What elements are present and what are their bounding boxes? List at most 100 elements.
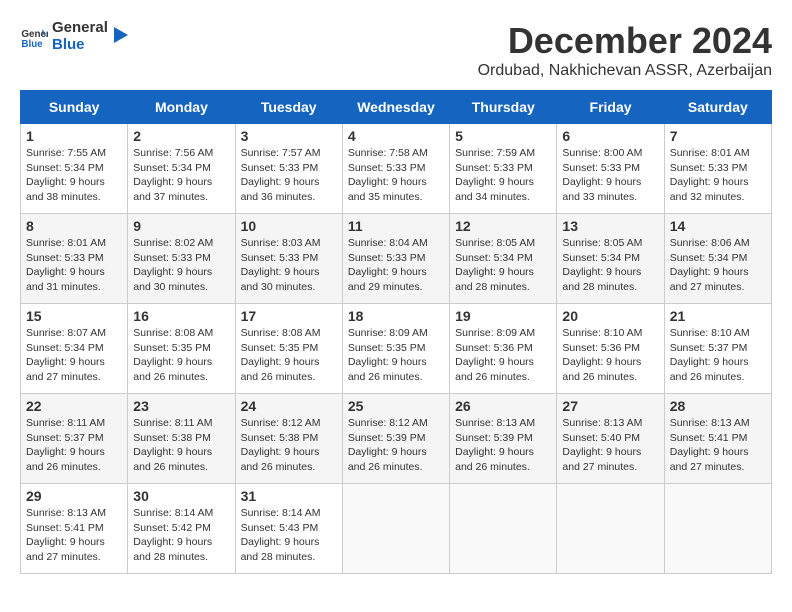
calendar-cell (450, 484, 557, 574)
day-number: 1 (26, 128, 122, 144)
day-number: 23 (133, 398, 229, 414)
calendar-cell: 26 Sunrise: 8:13 AMSunset: 5:39 PMDaylig… (450, 394, 557, 484)
cell-content: Sunrise: 8:05 AMSunset: 5:34 PMDaylight:… (562, 237, 642, 293)
week-row-5: 29 Sunrise: 8:13 AMSunset: 5:41 PMDaylig… (21, 484, 772, 574)
calendar-cell: 28 Sunrise: 8:13 AMSunset: 5:41 PMDaylig… (664, 394, 771, 484)
weekday-header-monday: Monday (128, 91, 235, 124)
cell-content: Sunrise: 8:05 AMSunset: 5:34 PMDaylight:… (455, 237, 535, 293)
day-number: 14 (670, 218, 766, 234)
title-section: December 2024 Ordubad, Nakhichevan ASSR,… (478, 20, 772, 80)
cell-content: Sunrise: 7:58 AMSunset: 5:33 PMDaylight:… (348, 147, 428, 203)
calendar-cell: 29 Sunrise: 8:13 AMSunset: 5:41 PMDaylig… (21, 484, 128, 574)
day-number: 26 (455, 398, 551, 414)
calendar-cell: 30 Sunrise: 8:14 AMSunset: 5:42 PMDaylig… (128, 484, 235, 574)
calendar-cell: 17 Sunrise: 8:08 AMSunset: 5:35 PMDaylig… (235, 304, 342, 394)
day-number: 3 (241, 128, 337, 144)
day-number: 25 (348, 398, 444, 414)
cell-content: Sunrise: 7:55 AMSunset: 5:34 PMDaylight:… (26, 147, 106, 203)
day-number: 5 (455, 128, 551, 144)
weekday-header-thursday: Thursday (450, 91, 557, 124)
day-number: 17 (241, 308, 337, 324)
calendar-cell: 25 Sunrise: 8:12 AMSunset: 5:39 PMDaylig… (342, 394, 449, 484)
day-number: 7 (670, 128, 766, 144)
cell-content: Sunrise: 8:12 AMSunset: 5:38 PMDaylight:… (241, 417, 321, 473)
location-title: Ordubad, Nakhichevan ASSR, Azerbaijan (478, 62, 772, 80)
cell-content: Sunrise: 8:06 AMSunset: 5:34 PMDaylight:… (670, 237, 750, 293)
calendar-cell: 1 Sunrise: 7:55 AMSunset: 5:34 PMDayligh… (21, 124, 128, 214)
calendar-cell (342, 484, 449, 574)
day-number: 8 (26, 218, 122, 234)
day-number: 31 (241, 488, 337, 504)
cell-content: Sunrise: 8:13 AMSunset: 5:41 PMDaylight:… (26, 507, 106, 563)
day-number: 24 (241, 398, 337, 414)
cell-content: Sunrise: 8:02 AMSunset: 5:33 PMDaylight:… (133, 237, 213, 293)
cell-content: Sunrise: 8:00 AMSunset: 5:33 PMDaylight:… (562, 147, 642, 203)
calendar-cell: 10 Sunrise: 8:03 AMSunset: 5:33 PMDaylig… (235, 214, 342, 304)
day-number: 18 (348, 308, 444, 324)
day-number: 21 (670, 308, 766, 324)
calendar-cell: 9 Sunrise: 8:02 AMSunset: 5:33 PMDayligh… (128, 214, 235, 304)
cell-content: Sunrise: 8:13 AMSunset: 5:40 PMDaylight:… (562, 417, 642, 473)
cell-content: Sunrise: 8:13 AMSunset: 5:41 PMDaylight:… (670, 417, 750, 473)
cell-content: Sunrise: 8:01 AMSunset: 5:33 PMDaylight:… (670, 147, 750, 203)
cell-content: Sunrise: 7:57 AMSunset: 5:33 PMDaylight:… (241, 147, 321, 203)
logo-icon: General Blue (20, 23, 48, 51)
calendar-cell: 12 Sunrise: 8:05 AMSunset: 5:34 PMDaylig… (450, 214, 557, 304)
logo: General Blue General Blue (20, 20, 134, 53)
cell-content: Sunrise: 7:56 AMSunset: 5:34 PMDaylight:… (133, 147, 213, 203)
day-number: 19 (455, 308, 551, 324)
day-number: 6 (562, 128, 658, 144)
calendar-cell: 31 Sunrise: 8:14 AMSunset: 5:43 PMDaylig… (235, 484, 342, 574)
day-number: 13 (562, 218, 658, 234)
logo-arrow-icon (114, 23, 134, 47)
cell-content: Sunrise: 8:14 AMSunset: 5:42 PMDaylight:… (133, 507, 213, 563)
logo-blue-text: Blue (52, 37, 108, 54)
cell-content: Sunrise: 8:10 AMSunset: 5:37 PMDaylight:… (670, 327, 750, 383)
cell-content: Sunrise: 7:59 AMSunset: 5:33 PMDaylight:… (455, 147, 535, 203)
month-title: December 2024 (478, 20, 772, 62)
calendar-cell: 3 Sunrise: 7:57 AMSunset: 5:33 PMDayligh… (235, 124, 342, 214)
day-number: 20 (562, 308, 658, 324)
calendar-cell: 21 Sunrise: 8:10 AMSunset: 5:37 PMDaylig… (664, 304, 771, 394)
calendar-cell: 8 Sunrise: 8:01 AMSunset: 5:33 PMDayligh… (21, 214, 128, 304)
calendar-table: SundayMondayTuesdayWednesdayThursdayFrid… (20, 90, 772, 574)
weekday-header-friday: Friday (557, 91, 664, 124)
calendar-cell: 22 Sunrise: 8:11 AMSunset: 5:37 PMDaylig… (21, 394, 128, 484)
cell-content: Sunrise: 8:10 AMSunset: 5:36 PMDaylight:… (562, 327, 642, 383)
cell-content: Sunrise: 8:09 AMSunset: 5:36 PMDaylight:… (455, 327, 535, 383)
calendar-cell: 2 Sunrise: 7:56 AMSunset: 5:34 PMDayligh… (128, 124, 235, 214)
calendar-cell: 27 Sunrise: 8:13 AMSunset: 5:40 PMDaylig… (557, 394, 664, 484)
day-number: 9 (133, 218, 229, 234)
cell-content: Sunrise: 8:08 AMSunset: 5:35 PMDaylight:… (133, 327, 213, 383)
calendar-cell: 16 Sunrise: 8:08 AMSunset: 5:35 PMDaylig… (128, 304, 235, 394)
calendar-cell: 23 Sunrise: 8:11 AMSunset: 5:38 PMDaylig… (128, 394, 235, 484)
weekday-header-saturday: Saturday (664, 91, 771, 124)
calendar-cell: 5 Sunrise: 7:59 AMSunset: 5:33 PMDayligh… (450, 124, 557, 214)
day-number: 28 (670, 398, 766, 414)
day-number: 11 (348, 218, 444, 234)
calendar-cell: 19 Sunrise: 8:09 AMSunset: 5:36 PMDaylig… (450, 304, 557, 394)
weekday-header-row: SundayMondayTuesdayWednesdayThursdayFrid… (21, 91, 772, 124)
calendar-cell: 11 Sunrise: 8:04 AMSunset: 5:33 PMDaylig… (342, 214, 449, 304)
weekday-header-sunday: Sunday (21, 91, 128, 124)
logo-general-text: General (52, 20, 108, 37)
calendar-cell: 4 Sunrise: 7:58 AMSunset: 5:33 PMDayligh… (342, 124, 449, 214)
weekday-header-tuesday: Tuesday (235, 91, 342, 124)
week-row-2: 8 Sunrise: 8:01 AMSunset: 5:33 PMDayligh… (21, 214, 772, 304)
svg-text:Blue: Blue (21, 38, 43, 49)
day-number: 16 (133, 308, 229, 324)
day-number: 29 (26, 488, 122, 504)
calendar-cell: 14 Sunrise: 8:06 AMSunset: 5:34 PMDaylig… (664, 214, 771, 304)
cell-content: Sunrise: 8:09 AMSunset: 5:35 PMDaylight:… (348, 327, 428, 383)
cell-content: Sunrise: 8:07 AMSunset: 5:34 PMDaylight:… (26, 327, 106, 383)
calendar-cell: 13 Sunrise: 8:05 AMSunset: 5:34 PMDaylig… (557, 214, 664, 304)
cell-content: Sunrise: 8:01 AMSunset: 5:33 PMDaylight:… (26, 237, 106, 293)
weekday-header-wednesday: Wednesday (342, 91, 449, 124)
calendar-cell: 15 Sunrise: 8:07 AMSunset: 5:34 PMDaylig… (21, 304, 128, 394)
calendar-cell: 20 Sunrise: 8:10 AMSunset: 5:36 PMDaylig… (557, 304, 664, 394)
day-number: 27 (562, 398, 658, 414)
day-number: 22 (26, 398, 122, 414)
day-number: 2 (133, 128, 229, 144)
day-number: 10 (241, 218, 337, 234)
cell-content: Sunrise: 8:11 AMSunset: 5:37 PMDaylight:… (26, 417, 105, 473)
